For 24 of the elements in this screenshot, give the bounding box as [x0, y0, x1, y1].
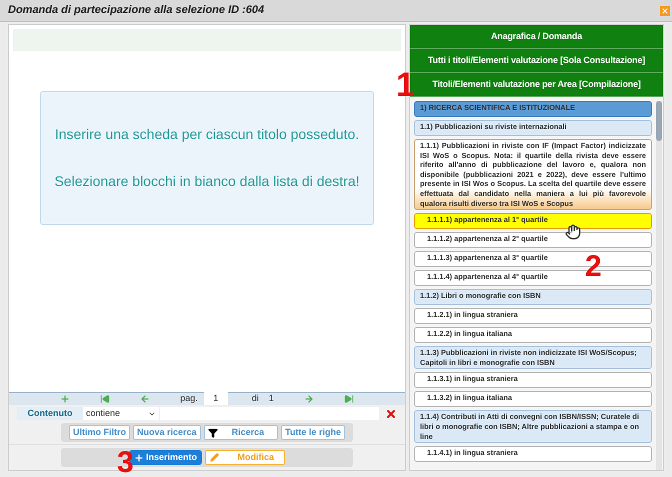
hand-cursor-icon	[565, 224, 581, 240]
pencil-icon	[210, 453, 219, 462]
scrollbar-thumb[interactable]	[656, 101, 662, 141]
info-text: Inserire una scheda per ciascun titolo posseduto.	[54, 125, 360, 144]
close-icon	[661, 7, 669, 15]
close-button[interactable]	[660, 6, 670, 16]
previous-page-icon	[140, 394, 150, 404]
operator-select[interactable]: contiene	[83, 407, 159, 420]
window-title: Domanda di partecipazione alla selezione ID :604	[8, 3, 264, 18]
plus-icon	[134, 452, 144, 462]
clear-filter-icon	[385, 408, 397, 420]
next-page-icon	[304, 394, 314, 404]
filter-icon	[208, 428, 218, 438]
first-page-icon	[100, 394, 110, 404]
filter-field-label: Contenuto	[17, 407, 83, 420]
last-page-icon	[344, 394, 354, 404]
page-field[interactable]: 1	[204, 392, 228, 406]
page-count: 1	[268, 392, 274, 406]
page-label: pag.	[180, 392, 198, 406]
nav-button[interactable]: Tutti i titoli/Elementi valutazione [Sola Consultazione]	[410, 49, 663, 73]
of-label: di	[252, 392, 259, 406]
add-filter-icon	[60, 394, 70, 404]
nav-button[interactable]: Anagrafica / Domanda	[410, 25, 663, 49]
info-text: Selezionare blocchi in bianco dalla lista di destra!	[54, 172, 360, 191]
